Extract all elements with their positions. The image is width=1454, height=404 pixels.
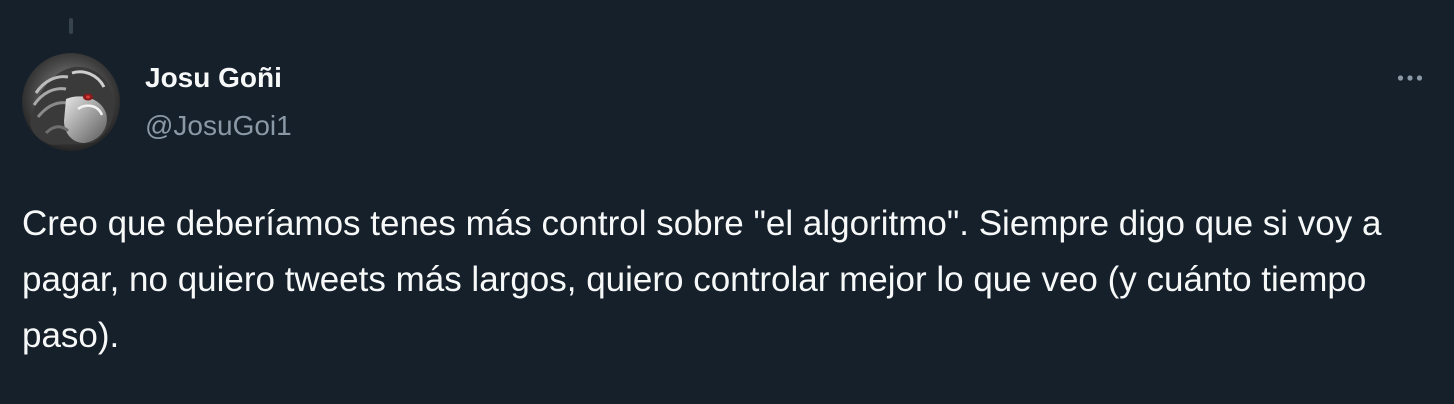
tweet-text: Creo que deberíamos tenes más control so… (22, 204, 1382, 355)
thread-connector-line (69, 18, 73, 34)
avatar-image (22, 53, 120, 151)
more-options-icon (1397, 75, 1423, 81)
author-avatar[interactable] (22, 53, 120, 151)
author-display-name[interactable]: Josu Goñi (145, 60, 292, 96)
author-handle[interactable]: @JosuGoi1 (145, 108, 292, 144)
author-info: Josu Goñi @JosuGoi1 (145, 60, 292, 144)
more-options-button[interactable] (1388, 58, 1432, 98)
